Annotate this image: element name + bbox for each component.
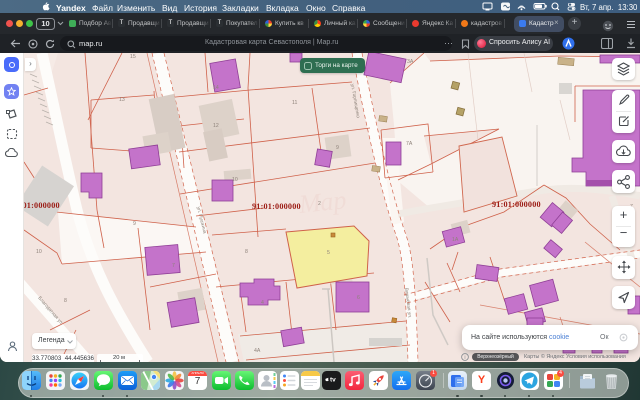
- svg-text:15: 15: [130, 54, 136, 60]
- svg-text:12: 12: [213, 123, 219, 129]
- svg-text:tv: tv: [330, 377, 336, 384]
- svg-text:8: 8: [64, 298, 67, 304]
- svg-text:i: i: [464, 355, 465, 361]
- svg-text:3А: 3А: [407, 59, 414, 65]
- svg-text:Мар: Мар: [297, 185, 348, 219]
- svg-text:11: 11: [292, 100, 297, 106]
- svg-text:91:01:000000: 91:01:000000: [252, 202, 301, 211]
- svg-text:2: 2: [318, 201, 321, 207]
- svg-text:1А: 1А: [452, 237, 459, 243]
- svg-text:4А: 4А: [254, 348, 261, 354]
- svg-text:7: 7: [172, 263, 175, 269]
- svg-text:13: 13: [119, 97, 125, 103]
- svg-text:91:01:000000: 91:01:000000: [492, 200, 541, 209]
- svg-text:5: 5: [327, 250, 330, 256]
- svg-text:8: 8: [245, 249, 248, 255]
- svg-text:14: 14: [213, 85, 219, 91]
- svg-text:4: 4: [261, 300, 264, 306]
- svg-text:9: 9: [336, 145, 339, 151]
- svg-text:9: 9: [133, 221, 136, 227]
- svg-text:10: 10: [232, 177, 238, 183]
- svg-text:7А: 7А: [406, 141, 413, 147]
- svg-text:6: 6: [357, 295, 360, 301]
- svg-text:10: 10: [36, 249, 42, 255]
